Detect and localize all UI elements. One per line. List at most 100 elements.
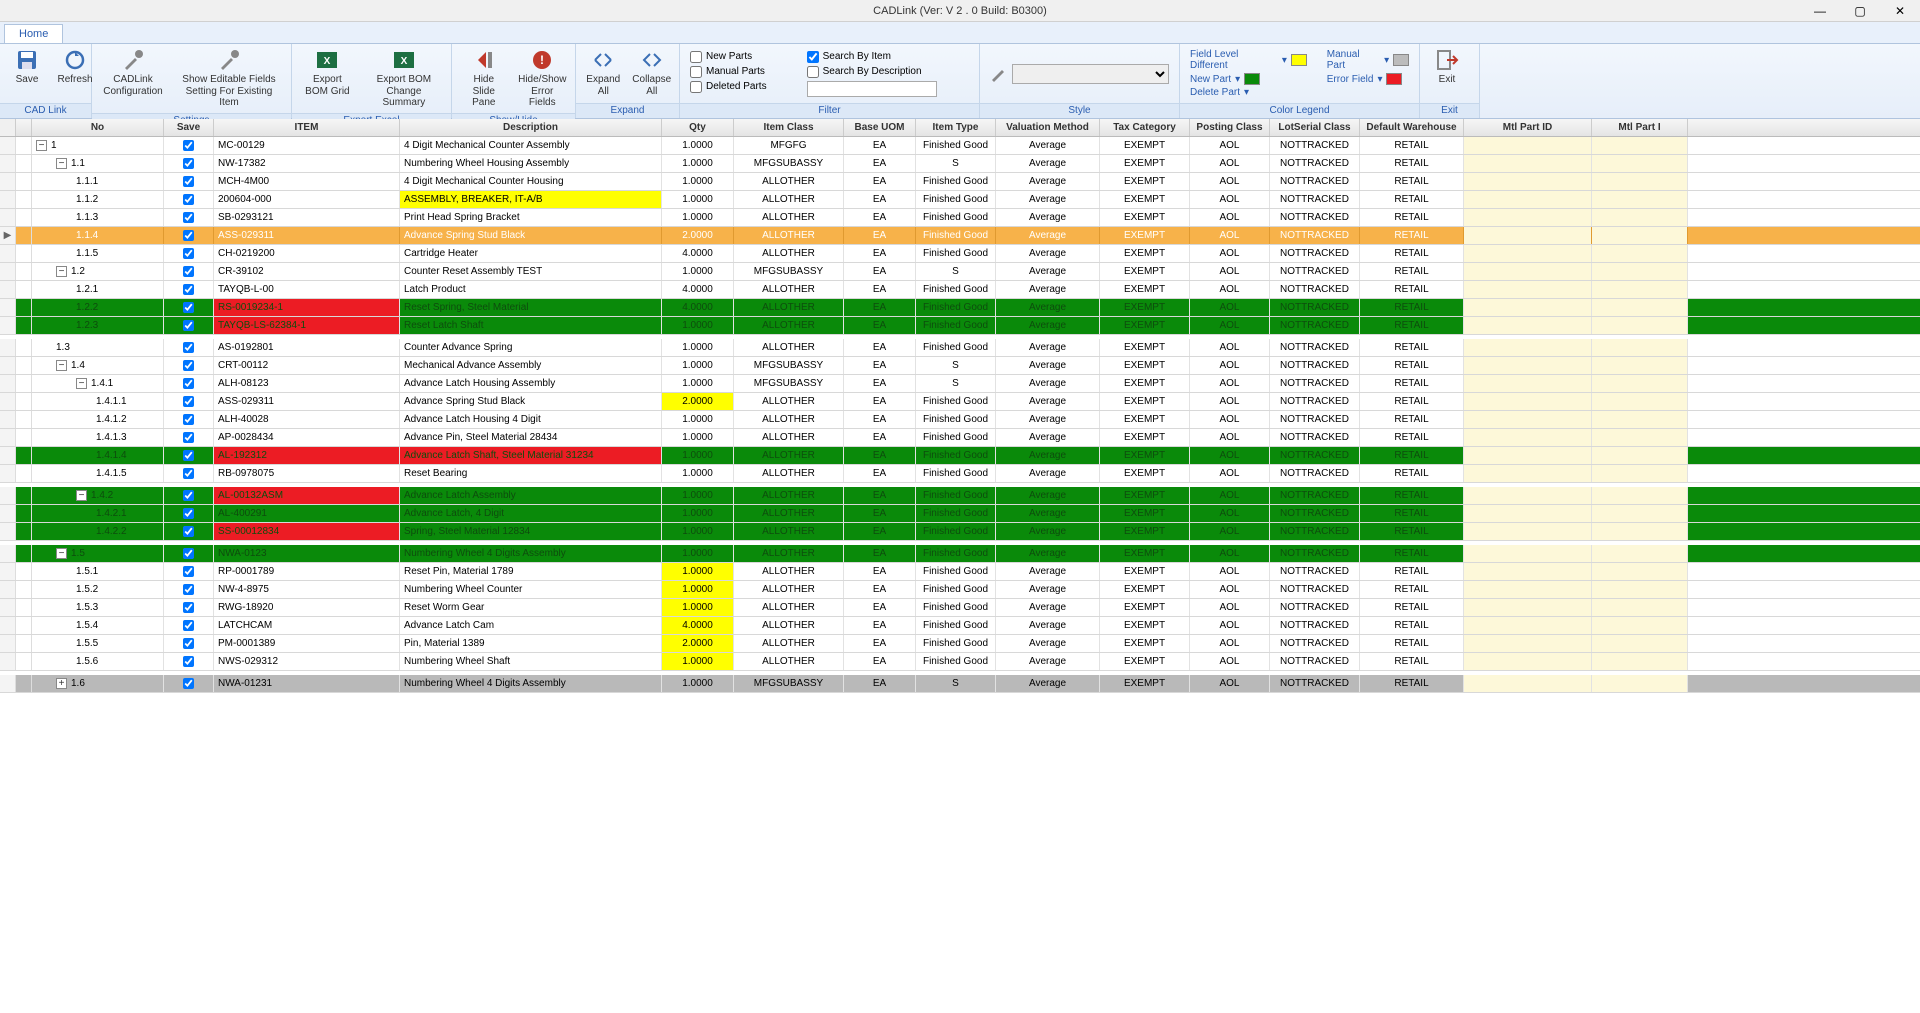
cell-save[interactable] xyxy=(164,299,214,316)
table-row[interactable]: 1.4.1.2ALH-40028Advance Latch Housing 4 … xyxy=(0,411,1920,429)
table-row[interactable]: 1.5.1RP-0001789Reset Pin, Material 17891… xyxy=(0,563,1920,581)
col-save[interactable]: Save xyxy=(164,119,214,136)
table-row[interactable]: 1.5.4LATCHCAMAdvance Latch Cam4.0000ALLO… xyxy=(0,617,1920,635)
table-row[interactable]: 1.2.3TAYQB-LS-62384-1Reset Latch Shaft1.… xyxy=(0,317,1920,335)
table-row[interactable]: 1.5.2NW-4-8975Numbering Wheel Counter1.0… xyxy=(0,581,1920,599)
cell-save[interactable] xyxy=(164,137,214,154)
cell-save[interactable] xyxy=(164,675,214,692)
exit-button[interactable]: Exit xyxy=(1426,46,1468,88)
hide-show-error-button[interactable]: ! Hide/Show Error Fields xyxy=(516,46,569,111)
manual-parts-checkbox[interactable]: Manual Parts xyxy=(690,66,767,78)
table-row[interactable]: 1.4.1.1ASS-029311Advance Spring Stud Bla… xyxy=(0,393,1920,411)
cell-save[interactable] xyxy=(164,465,214,482)
cell-save[interactable] xyxy=(164,635,214,652)
show-editable-fields-button[interactable]: Show Editable Fields Setting For Existin… xyxy=(174,46,284,111)
cell-save[interactable] xyxy=(164,447,214,464)
col-val[interactable]: Valuation Method xyxy=(996,119,1100,136)
export-bom-change-button[interactable]: X Export BOM Change Summary xyxy=(363,46,445,111)
cadlink-config-button[interactable]: CADLink Configuration xyxy=(98,46,168,99)
cell-save[interactable] xyxy=(164,263,214,280)
col-item[interactable]: ITEM xyxy=(214,119,400,136)
cell-save[interactable] xyxy=(164,173,214,190)
col-class[interactable]: Item Class xyxy=(734,119,844,136)
hide-slide-pane-button[interactable]: Hide Slide Pane xyxy=(458,46,510,111)
cell-save[interactable] xyxy=(164,563,214,580)
table-row[interactable]: −1MC-001294 Digit Mechanical Counter Ass… xyxy=(0,137,1920,155)
cell-save[interactable] xyxy=(164,581,214,598)
cell-save[interactable] xyxy=(164,393,214,410)
cell-save[interactable] xyxy=(164,375,214,392)
cell-save[interactable] xyxy=(164,429,214,446)
col-lot[interactable]: LotSerial Class xyxy=(1270,119,1360,136)
save-button[interactable]: Save xyxy=(6,46,48,88)
cell-save[interactable] xyxy=(164,339,214,356)
cell-save[interactable] xyxy=(164,505,214,522)
col-tax[interactable]: Tax Category xyxy=(1100,119,1190,136)
legend-field-diff[interactable]: Field Level Different xyxy=(1190,49,1278,71)
collapse-all-button[interactable]: Collapse All xyxy=(631,46,674,99)
tab-home[interactable]: Home xyxy=(4,24,63,43)
col-no[interactable]: No xyxy=(32,119,164,136)
legend-new-part[interactable]: New Part xyxy=(1190,74,1231,85)
table-row[interactable]: 1.4.1.3AP-0028434Advance Pin, Steel Mate… xyxy=(0,429,1920,447)
filter-search-input[interactable] xyxy=(807,81,937,97)
table-row[interactable]: 1.4.2.2SS-00012834Spring, Steel Material… xyxy=(0,523,1920,541)
cell-save[interactable] xyxy=(164,487,214,504)
col-mtl2[interactable]: Mtl Part I xyxy=(1592,119,1688,136)
table-row[interactable]: 1.1.5CH-0219200Cartridge Heater4.0000ALL… xyxy=(0,245,1920,263)
table-row[interactable]: 1.1.3SB-0293121Print Head Spring Bracket… xyxy=(0,209,1920,227)
table-row[interactable]: 1.4.1.5RB-0978075Reset Bearing1.0000ALLO… xyxy=(0,465,1920,483)
col-qty[interactable]: Qty xyxy=(662,119,734,136)
table-row[interactable]: 1.1.2200604-000ASSEMBLY, BREAKER, IT-A/B… xyxy=(0,191,1920,209)
cell-save[interactable] xyxy=(164,357,214,374)
close-button[interactable]: ✕ xyxy=(1880,0,1920,22)
table-row[interactable]: 1.5.6NWS-029312Numbering Wheel Shaft1.00… xyxy=(0,653,1920,671)
table-row[interactable]: +1.6NWA-01231Numbering Wheel 4 Digits As… xyxy=(0,675,1920,693)
col-mtl1[interactable]: Mtl Part ID xyxy=(1464,119,1592,136)
export-bom-grid-button[interactable]: X Export BOM Grid xyxy=(298,46,357,99)
col-desc[interactable]: Description xyxy=(400,119,662,136)
deleted-parts-checkbox[interactable]: Deleted Parts xyxy=(690,81,767,93)
table-row[interactable]: ▶1.1.4ASS-029311Advance Spring Stud Blac… xyxy=(0,227,1920,245)
cell-save[interactable] xyxy=(164,545,214,562)
col-post[interactable]: Posting Class xyxy=(1190,119,1270,136)
table-row[interactable]: 1.2.2RS-0019234-1Reset Spring, Steel Mat… xyxy=(0,299,1920,317)
table-row[interactable]: 1.3AS-0192801Counter Advance Spring1.000… xyxy=(0,339,1920,357)
cell-save[interactable] xyxy=(164,599,214,616)
search-by-item-checkbox[interactable]: Search By Item xyxy=(807,51,937,63)
table-row[interactable]: 1.1.1MCH-4M004 Digit Mechanical Counter … xyxy=(0,173,1920,191)
col-type[interactable]: Item Type xyxy=(916,119,996,136)
cell-save[interactable] xyxy=(164,653,214,670)
cell-save[interactable] xyxy=(164,523,214,540)
cell-save[interactable] xyxy=(164,191,214,208)
search-by-desc-checkbox[interactable]: Search By Description xyxy=(807,66,937,78)
col-uom[interactable]: Base UOM xyxy=(844,119,916,136)
table-row[interactable]: −1.4CRT-00112Mechanical Advance Assembly… xyxy=(0,357,1920,375)
cell-save[interactable] xyxy=(164,227,214,244)
table-row[interactable]: −1.2CR-39102Counter Reset Assembly TEST1… xyxy=(0,263,1920,281)
minimize-button[interactable]: — xyxy=(1800,0,1840,22)
legend-error-field[interactable]: Error Field xyxy=(1327,74,1374,85)
refresh-button[interactable]: Refresh xyxy=(54,46,96,88)
legend-manual-part[interactable]: Manual Part xyxy=(1327,49,1380,71)
table-row[interactable]: −1.4.1ALH-08123Advance Latch Housing Ass… xyxy=(0,375,1920,393)
table-row[interactable]: 1.4.2.1AL-400291Advance Latch, 4 Digit1.… xyxy=(0,505,1920,523)
cell-save[interactable] xyxy=(164,155,214,172)
table-row[interactable]: 1.5.3RWG-18920Reset Worm Gear1.0000ALLOT… xyxy=(0,599,1920,617)
table-row[interactable]: −1.5NWA-0123Numbering Wheel 4 Digits Ass… xyxy=(0,545,1920,563)
cell-save[interactable] xyxy=(164,245,214,262)
table-row[interactable]: 1.4.1.4AL-192312Advance Latch Shaft, Ste… xyxy=(0,447,1920,465)
cell-save[interactable] xyxy=(164,617,214,634)
table-row[interactable]: 1.2.1TAYQB-L-00Latch Product4.0000ALLOTH… xyxy=(0,281,1920,299)
expand-all-button[interactable]: Expand All xyxy=(582,46,625,99)
cell-save[interactable] xyxy=(164,209,214,226)
col-wh[interactable]: Default Warehouse xyxy=(1360,119,1464,136)
cell-save[interactable] xyxy=(164,317,214,334)
new-parts-checkbox[interactable]: New Parts xyxy=(690,51,767,63)
legend-delete-part[interactable]: Delete Part xyxy=(1190,87,1240,98)
style-select[interactable] xyxy=(1012,64,1169,84)
table-row[interactable]: −1.4.2AL-00132ASMAdvance Latch Assembly1… xyxy=(0,487,1920,505)
table-row[interactable]: 1.5.5PM-0001389Pin, Material 13892.0000A… xyxy=(0,635,1920,653)
cell-save[interactable] xyxy=(164,411,214,428)
maximize-button[interactable]: ▢ xyxy=(1840,0,1880,22)
